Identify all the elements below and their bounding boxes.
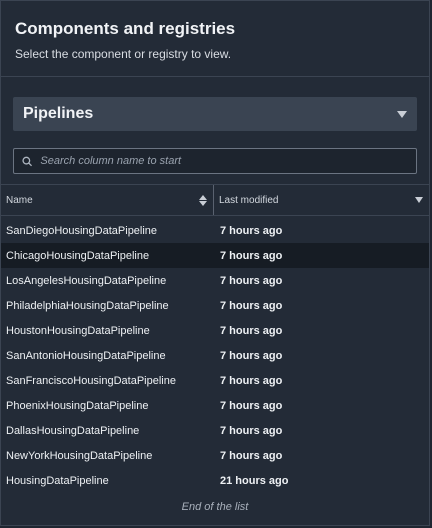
table-row[interactable]: LosAngelesHousingDataPipeline 7 hours ag… — [1, 268, 429, 293]
row-modified: 7 hours ago — [220, 449, 283, 462]
row-name: PhiladelphiaHousingDataPipeline — [6, 299, 169, 312]
column-header-last-modified-label: Last modified — [219, 194, 279, 206]
row-name: DallasHousingDataPipeline — [6, 424, 140, 437]
column-header-name[interactable]: Name — [1, 185, 214, 215]
row-modified: 7 hours ago — [220, 399, 283, 412]
table-row[interactable]: ChicagoHousingDataPipeline 7 hours ago — [1, 243, 429, 268]
sort-icon[interactable] — [199, 194, 207, 206]
panel-body: Pipelines — [1, 77, 429, 174]
row-name: SanFranciscoHousingDataPipeline — [6, 374, 176, 387]
row-name: HousingDataPipeline — [6, 474, 109, 487]
table-body: SanDiegoHousingDataPipeline 7 hours ago … — [1, 216, 429, 513]
table-row[interactable]: PhiladelphiaHousingDataPipeline 7 hours … — [1, 293, 429, 318]
panel-subtitle: Select the component or registry to view… — [15, 47, 232, 61]
column-header-last-modified[interactable]: Last modified — [214, 185, 429, 215]
search-bar[interactable] — [13, 148, 417, 174]
component-type-dropdown[interactable]: Pipelines — [13, 97, 417, 131]
row-modified: 7 hours ago — [220, 274, 283, 287]
row-modified: 7 hours ago — [220, 249, 283, 262]
row-modified: 7 hours ago — [220, 349, 283, 362]
row-name: ChicagoHousingDataPipeline — [6, 249, 150, 262]
row-name: HoustonHousingDataPipeline — [6, 324, 150, 337]
row-name: LosAngelesHousingDataPipeline — [6, 274, 167, 287]
end-of-list-text: End of the list — [181, 501, 249, 513]
row-modified: 7 hours ago — [220, 299, 283, 312]
search-icon — [22, 156, 33, 166]
components-registries-panel: Components and registries Select the com… — [0, 0, 430, 526]
table-row[interactable]: HousingDataPipeline 21 hours ago — [1, 468, 429, 493]
panel-header: Components and registries Select the com… — [1, 1, 429, 77]
row-name: PhoenixHousingDataPipeline — [6, 399, 149, 412]
row-modified: 7 hours ago — [220, 424, 283, 437]
table-row[interactable]: SanDiegoHousingDataPipeline 7 hours ago — [1, 218, 429, 243]
table-row[interactable]: HoustonHousingDataPipeline 7 hours ago — [1, 318, 429, 343]
row-name: SanAntonioHousingDataPipeline — [6, 349, 166, 362]
row-name: SanDiegoHousingDataPipeline — [6, 224, 158, 237]
table-row[interactable]: NewYorkHousingDataPipeline 7 hours ago — [1, 443, 429, 468]
row-modified: 7 hours ago — [220, 324, 283, 337]
table-header: Name Last modified — [1, 184, 429, 216]
search-input[interactable] — [38, 154, 408, 168]
row-name: NewYorkHousingDataPipeline — [6, 449, 153, 462]
row-modified: 7 hours ago — [220, 224, 283, 237]
chevron-down-icon — [397, 110, 407, 118]
panel-title: Components and registries — [15, 19, 236, 38]
column-header-name-label: Name — [6, 194, 33, 206]
table-row[interactable]: SanAntonioHousingDataPipeline 7 hours ag… — [1, 343, 429, 368]
components-table: Name Last modified SanDiegoHousingDataPi… — [1, 184, 429, 513]
table-row[interactable]: SanFranciscoHousingDataPipeline 7 hours … — [1, 368, 429, 393]
dropdown-selected-label: Pipelines — [23, 105, 94, 122]
row-modified: 7 hours ago — [220, 374, 283, 387]
table-row[interactable]: DallasHousingDataPipeline 7 hours ago — [1, 418, 429, 443]
caret-down-icon[interactable] — [415, 197, 423, 203]
table-row[interactable]: PhoenixHousingDataPipeline 7 hours ago — [1, 393, 429, 418]
row-modified: 21 hours ago — [220, 474, 289, 487]
